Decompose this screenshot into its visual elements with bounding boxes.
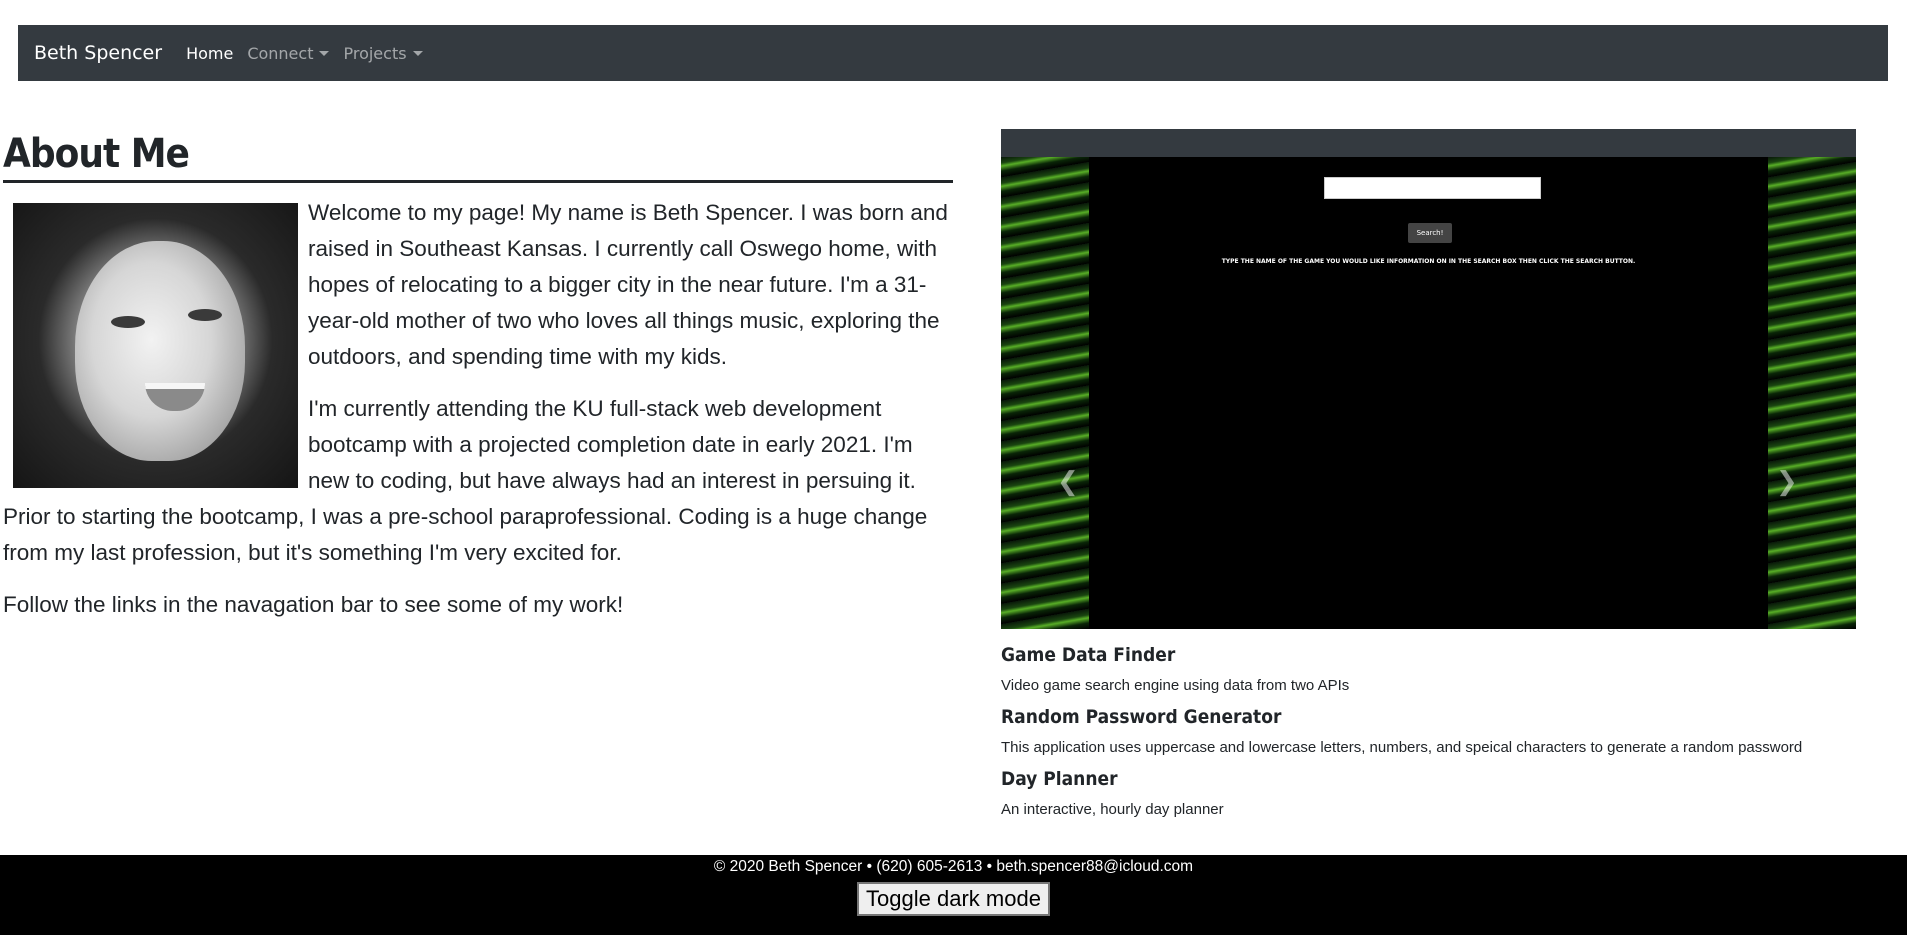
nav-home-label: Home — [186, 43, 234, 63]
profile-photo — [13, 203, 298, 488]
green-stripe-decoration — [1001, 157, 1089, 629]
nav-connect-dropdown[interactable]: Connect — [247, 43, 330, 63]
green-stripe-decoration — [1768, 157, 1856, 629]
projects-list: Game Data Finder Video game search engin… — [1001, 640, 1881, 826]
nav-projects-label: Projects — [343, 43, 407, 63]
nav-home-link[interactable]: Home — [186, 44, 233, 63]
carousel-prev-icon[interactable]: ❮ — [1057, 467, 1079, 497]
project-description: Video game search engine using data from… — [1001, 677, 1350, 694]
slide-search-button: Search! — [1408, 223, 1452, 243]
profile-eye — [188, 309, 222, 321]
caret-down-icon — [412, 50, 423, 56]
project-item: Game Data Finder Video game search engin… — [1001, 640, 1881, 698]
slide-search-box — [1324, 177, 1541, 199]
navbar: Beth Spencer Home Connect Projects — [18, 25, 1888, 81]
toggle-dark-mode-button[interactable]: Toggle dark mode — [857, 882, 1050, 916]
caret-down-icon — [319, 50, 330, 56]
footer: © 2020 Beth Spencer • (620) 605-2613 • b… — [0, 855, 1907, 935]
about-section: About Me Welcome to my page! My name is … — [3, 128, 953, 639]
about-heading: About Me — [3, 128, 953, 183]
carousel-slide-screenshot: Search! TYPE THE NAME OF THE GAME YOU WO… — [1001, 157, 1856, 629]
navbar-brand[interactable]: Beth Spencer — [34, 42, 162, 64]
nav-projects-dropdown[interactable]: Projects — [343, 43, 423, 63]
slide-instructions: TYPE THE NAME OF THE GAME YOU WOULD LIKE… — [1221, 258, 1636, 265]
project-title[interactable]: Game Data Finder — [1001, 640, 1881, 670]
carousel-next-icon[interactable]: ❯ — [1776, 467, 1798, 497]
nav-connect-label: Connect — [247, 43, 314, 63]
project-item: Random Password Generator This applicati… — [1001, 702, 1881, 760]
profile-eye — [111, 316, 145, 328]
project-carousel: Search! TYPE THE NAME OF THE GAME YOU WO… — [1001, 129, 1856, 629]
project-item: Day Planner An interactive, hourly day p… — [1001, 764, 1881, 822]
project-title[interactable]: Day Planner — [1001, 764, 1881, 794]
project-description: This application uses uppercase and lowe… — [1001, 739, 1803, 756]
project-description: An interactive, hourly day planner — [1001, 801, 1224, 818]
project-title[interactable]: Random Password Generator — [1001, 702, 1881, 732]
footer-contact: © 2020 Beth Spencer • (620) 605-2613 • b… — [713, 858, 1194, 875]
about-paragraph-3: Follow the links in the navagation bar t… — [3, 592, 624, 617]
profile-face — [75, 241, 245, 461]
